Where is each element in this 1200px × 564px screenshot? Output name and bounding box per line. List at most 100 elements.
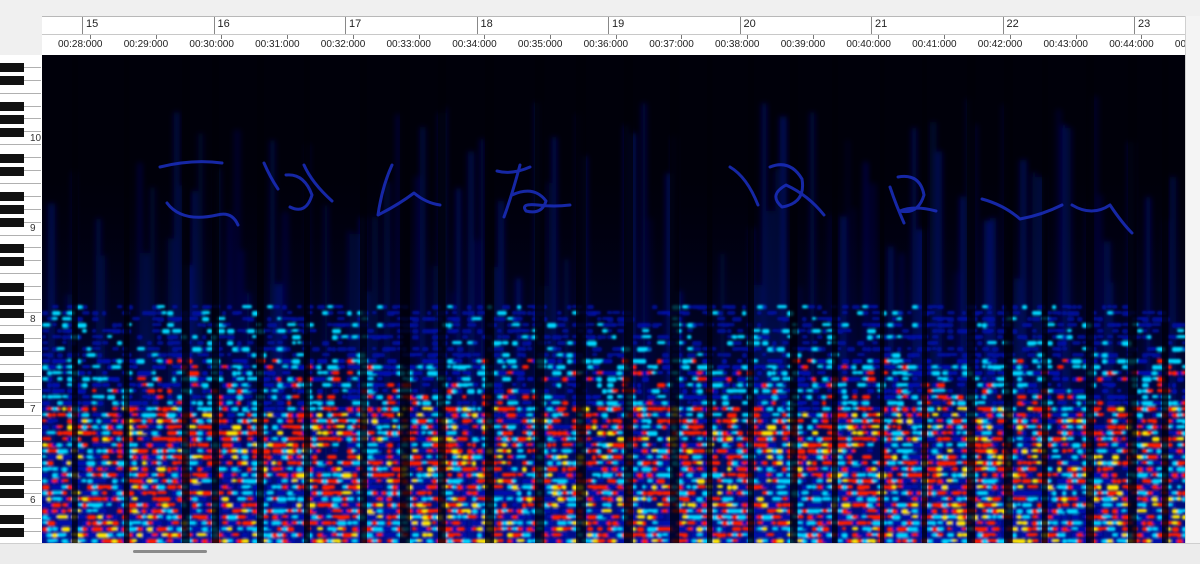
energy-blob	[202, 479, 211, 483]
energy-blob	[717, 395, 722, 399]
black-key[interactable]	[0, 218, 24, 227]
energy-blob	[797, 479, 801, 484]
black-key[interactable]	[0, 528, 24, 537]
black-key[interactable]	[0, 347, 24, 356]
energy-blob	[272, 455, 276, 459]
energy-blob	[42, 425, 49, 430]
energy-blob	[812, 359, 816, 364]
energy-blob	[837, 419, 843, 423]
energy-blob	[592, 353, 597, 356]
time-label: 00:37:000	[649, 39, 694, 50]
black-key[interactable]	[0, 257, 24, 266]
energy-blob	[117, 413, 122, 417]
energy-blob	[697, 383, 701, 387]
energy-blob	[232, 533, 239, 536]
black-key[interactable]	[0, 296, 24, 305]
black-key[interactable]	[0, 489, 24, 498]
time-label: 00:41:000	[912, 39, 957, 50]
energy-blob	[52, 323, 57, 326]
energy-blob	[502, 431, 507, 436]
energy-blob	[412, 323, 418, 327]
energy-blob	[112, 443, 117, 446]
energy-blob	[687, 335, 691, 339]
energy-blob	[142, 437, 150, 441]
energy-blob	[47, 407, 53, 410]
spectrogram-canvas[interactable]	[42, 55, 1185, 543]
black-key[interactable]	[0, 167, 24, 176]
energy-blob	[777, 359, 783, 364]
black-key[interactable]	[0, 192, 24, 201]
energy-blob	[447, 377, 452, 381]
energy-blob	[222, 497, 229, 501]
timeline-ruler[interactable]: 15161718192021222300:28:00000:29:00000:3…	[42, 16, 1185, 56]
energy-blob	[597, 473, 601, 477]
black-key[interactable]	[0, 334, 24, 343]
energy-blob	[782, 425, 787, 429]
energy-blob	[132, 515, 137, 519]
energy-blob	[282, 347, 291, 351]
energy-blob	[842, 395, 848, 399]
energy-blob	[337, 503, 343, 507]
black-key[interactable]	[0, 244, 24, 253]
energy-blob	[477, 407, 481, 411]
black-key[interactable]	[0, 399, 24, 408]
energy-blob	[317, 401, 322, 406]
piano-keyboard[interactable]: 109876	[0, 55, 43, 543]
energy-blob	[512, 365, 518, 369]
energy-blob	[722, 353, 731, 357]
black-key[interactable]	[0, 476, 24, 485]
black-key[interactable]	[0, 515, 24, 524]
energy-blob	[712, 527, 716, 531]
energy-blob	[412, 527, 416, 530]
black-key[interactable]	[0, 438, 24, 447]
black-key[interactable]	[0, 115, 24, 124]
energy-blob	[157, 443, 166, 447]
energy-blob	[332, 527, 336, 532]
black-key[interactable]	[0, 463, 24, 472]
energy-blob	[652, 389, 660, 394]
spectrogram-view[interactable]	[42, 55, 1185, 543]
energy-blob	[342, 389, 347, 392]
energy-blob	[42, 329, 49, 333]
energy-blob	[157, 317, 164, 322]
energy-blob	[62, 407, 66, 411]
energy-blob	[237, 401, 241, 405]
energy-blob	[227, 365, 231, 370]
black-key[interactable]	[0, 373, 24, 382]
black-key[interactable]	[0, 205, 24, 214]
black-key[interactable]	[0, 128, 24, 137]
black-key[interactable]	[0, 76, 24, 85]
energy-blob	[342, 323, 351, 327]
energy-blob	[657, 371, 663, 374]
energy-blob	[352, 437, 356, 441]
energy-blob	[517, 497, 522, 502]
black-key[interactable]	[0, 63, 24, 72]
black-key[interactable]	[0, 309, 24, 318]
energy-blob	[77, 317, 83, 322]
black-key[interactable]	[0, 154, 24, 163]
black-key[interactable]	[0, 102, 24, 111]
energy-blob	[662, 425, 666, 430]
energy-blob	[822, 485, 826, 490]
energy-blob	[692, 401, 697, 406]
energy-blob	[697, 413, 704, 418]
energy-blob	[562, 317, 568, 321]
energy-blob	[82, 527, 87, 531]
black-key[interactable]	[0, 425, 24, 434]
energy-blob	[297, 377, 302, 382]
energy-blob	[162, 509, 167, 512]
energy-blob	[422, 383, 430, 386]
energy-blob	[807, 305, 815, 308]
energy-blob	[662, 407, 667, 410]
spectral-streak	[810, 112, 815, 543]
black-key[interactable]	[0, 386, 24, 395]
energy-blob	[382, 407, 387, 411]
black-key[interactable]	[0, 283, 24, 292]
energy-blob	[612, 473, 616, 477]
energy-blob	[277, 401, 284, 405]
energy-blob	[372, 371, 378, 374]
energy-blob	[467, 371, 471, 376]
energy-blob	[462, 437, 468, 441]
time-label: 00	[1175, 39, 1185, 50]
energy-blob	[277, 491, 286, 495]
